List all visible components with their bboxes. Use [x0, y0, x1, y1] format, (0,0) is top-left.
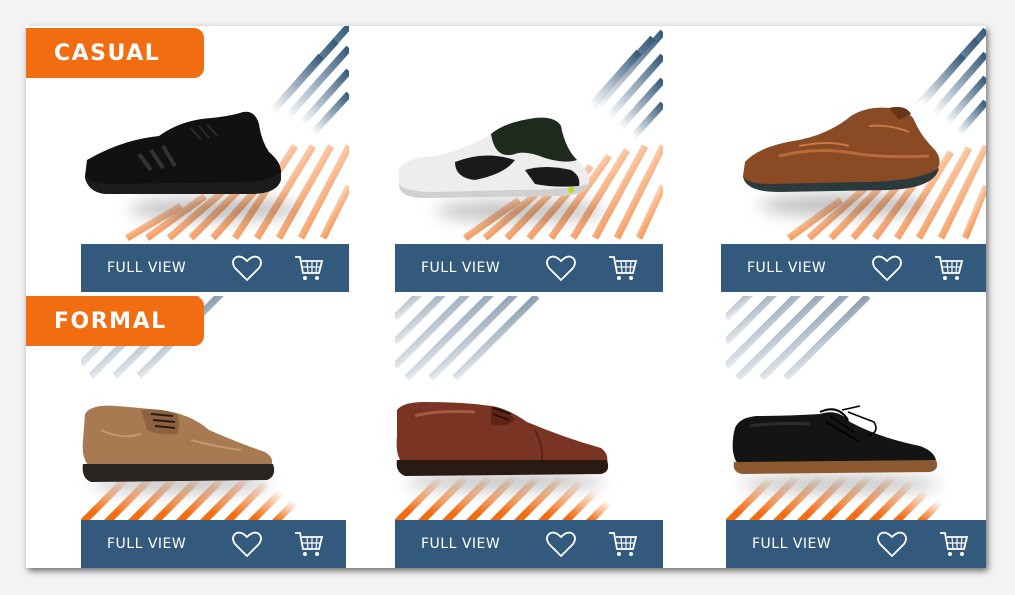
product-action-bar: FULL VIEW: [721, 244, 986, 292]
heart-icon[interactable]: [871, 252, 903, 284]
full-view-button[interactable]: FULL VIEW: [107, 536, 227, 552]
brown-leather-oxford-image[interactable]: [395, 396, 613, 486]
cart-icon[interactable]: [607, 528, 639, 560]
black-running-shoe-image[interactable]: [81, 110, 291, 202]
product-card: FULL VIEW: [395, 296, 663, 568]
cart-icon[interactable]: [938, 528, 970, 560]
cart-icon[interactable]: [293, 252, 325, 284]
product-action-bar: FULL VIEW: [395, 520, 663, 568]
product-action-bar: FULL VIEW: [395, 244, 663, 292]
product-action-bar: FULL VIEW: [81, 244, 349, 292]
full-view-button[interactable]: FULL VIEW: [747, 260, 867, 276]
product-card: FULL VIEW: [726, 296, 986, 568]
category-tag-formal[interactable]: FORMAL: [26, 296, 204, 346]
heart-icon[interactable]: [231, 528, 263, 560]
product-card: FULL VIEW: [721, 26, 986, 292]
heart-icon[interactable]: [545, 528, 577, 560]
full-view-button[interactable]: FULL VIEW: [421, 260, 541, 276]
cart-icon[interactable]: [293, 528, 325, 560]
category-tag-casual[interactable]: CASUAL: [26, 28, 204, 78]
product-action-bar: FULL VIEW: [81, 520, 346, 568]
full-view-button[interactable]: FULL VIEW: [421, 536, 541, 552]
cart-icon[interactable]: [933, 252, 965, 284]
copper-chunky-sneaker-image[interactable]: [739, 106, 945, 196]
product-card: FULL VIEW: [395, 26, 663, 292]
product-gallery: FULL VIEW FULL VIEW FULL VIEW FULL VIEW …: [26, 26, 986, 568]
heart-icon[interactable]: [231, 252, 263, 284]
heart-icon[interactable]: [545, 252, 577, 284]
full-view-button[interactable]: FULL VIEW: [107, 260, 227, 276]
heart-icon[interactable]: [876, 528, 908, 560]
white-black-sneaker-image[interactable]: [395, 114, 595, 204]
tan-suede-derby-image[interactable]: [81, 400, 277, 488]
black-leather-derby-image[interactable]: [730, 402, 942, 488]
cart-icon[interactable]: [607, 252, 639, 284]
full-view-button[interactable]: FULL VIEW: [752, 536, 872, 552]
product-action-bar: FULL VIEW: [726, 520, 986, 568]
